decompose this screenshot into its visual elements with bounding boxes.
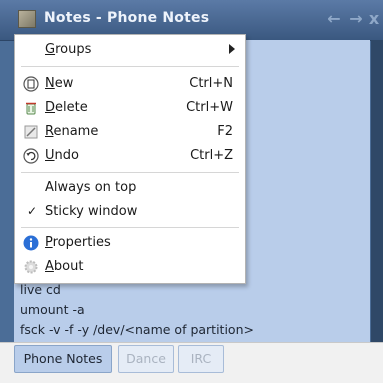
delete-shortcut: Ctrl+W <box>186 100 233 115</box>
delete-mnemonic: D <box>45 100 56 115</box>
note-line: fsck -v -f -y /dev/<name of partition> <box>20 322 254 337</box>
groups-label: roups <box>55 42 92 57</box>
next-note-arrow-icon[interactable]: → <box>347 10 365 28</box>
menu-item-groups[interactable]: Groups <box>15 39 245 61</box>
menu-separator <box>21 172 239 173</box>
sticky-window-label: Sticky window <box>45 204 138 219</box>
prev-note-arrow-icon[interactable]: ← <box>325 10 343 28</box>
menu-item-always-on-top[interactable]: Always on top <box>15 177 245 199</box>
undo-label: ndo <box>54 148 79 163</box>
delete-trash-icon <box>23 100 39 116</box>
checkmark-icon: ✓ <box>27 204 38 218</box>
submenu-arrow-icon <box>229 44 235 54</box>
context-menu: Groups New Ctrl+N Delete Ctrl+W Rename F… <box>14 34 246 284</box>
menu-item-rename[interactable]: Rename F2 <box>15 121 245 143</box>
menu-item-sticky-window[interactable]: ✓ Sticky window <box>15 201 245 223</box>
menu-item-delete[interactable]: Delete Ctrl+W <box>15 97 245 119</box>
new-label: ew <box>54 76 74 91</box>
menu-separator <box>21 227 239 228</box>
menu-item-new[interactable]: New Ctrl+N <box>15 73 245 95</box>
about-gear-icon <box>23 259 39 275</box>
menu-item-undo[interactable]: Undo Ctrl+Z <box>15 145 245 167</box>
tab-dance[interactable]: Dance <box>118 345 174 373</box>
undo-icon <box>23 148 39 164</box>
info-icon <box>23 235 39 251</box>
new-shortcut: Ctrl+N <box>189 76 233 91</box>
properties-mnemonic: P <box>45 235 53 250</box>
app-notes-icon[interactable] <box>18 10 36 28</box>
about-mnemonic: A <box>45 259 54 274</box>
tab-phone-notes[interactable]: Phone Notes <box>14 345 112 373</box>
about-label: bout <box>53 259 84 274</box>
tab-bar: Phone Notes Dance IRC <box>0 342 383 383</box>
groups-mnemonic: G <box>45 42 56 57</box>
note-line: umount -a <box>20 302 85 317</box>
new-note-icon <box>23 76 39 92</box>
rename-label: ename <box>53 124 99 139</box>
new-mnemonic: N <box>45 76 55 91</box>
tab-irc[interactable]: IRC <box>178 345 224 373</box>
rename-shortcut: F2 <box>217 124 233 139</box>
menu-separator <box>21 66 239 67</box>
undo-mnemonic: U <box>45 148 55 163</box>
rename-icon <box>23 124 39 140</box>
menu-item-about[interactable]: About <box>15 256 245 278</box>
window-title: Notes - Phone Notes <box>44 10 210 26</box>
vertical-scrollbar[interactable] <box>371 40 383 342</box>
always-on-top-label: Always on top <box>45 180 137 195</box>
undo-shortcut: Ctrl+Z <box>190 148 233 163</box>
delete-label: elete <box>55 100 88 115</box>
properties-label: roperties <box>52 235 111 250</box>
close-icon[interactable]: x <box>365 10 383 28</box>
note-line: live cd <box>20 282 61 297</box>
menu-item-properties[interactable]: Properties <box>15 232 245 254</box>
